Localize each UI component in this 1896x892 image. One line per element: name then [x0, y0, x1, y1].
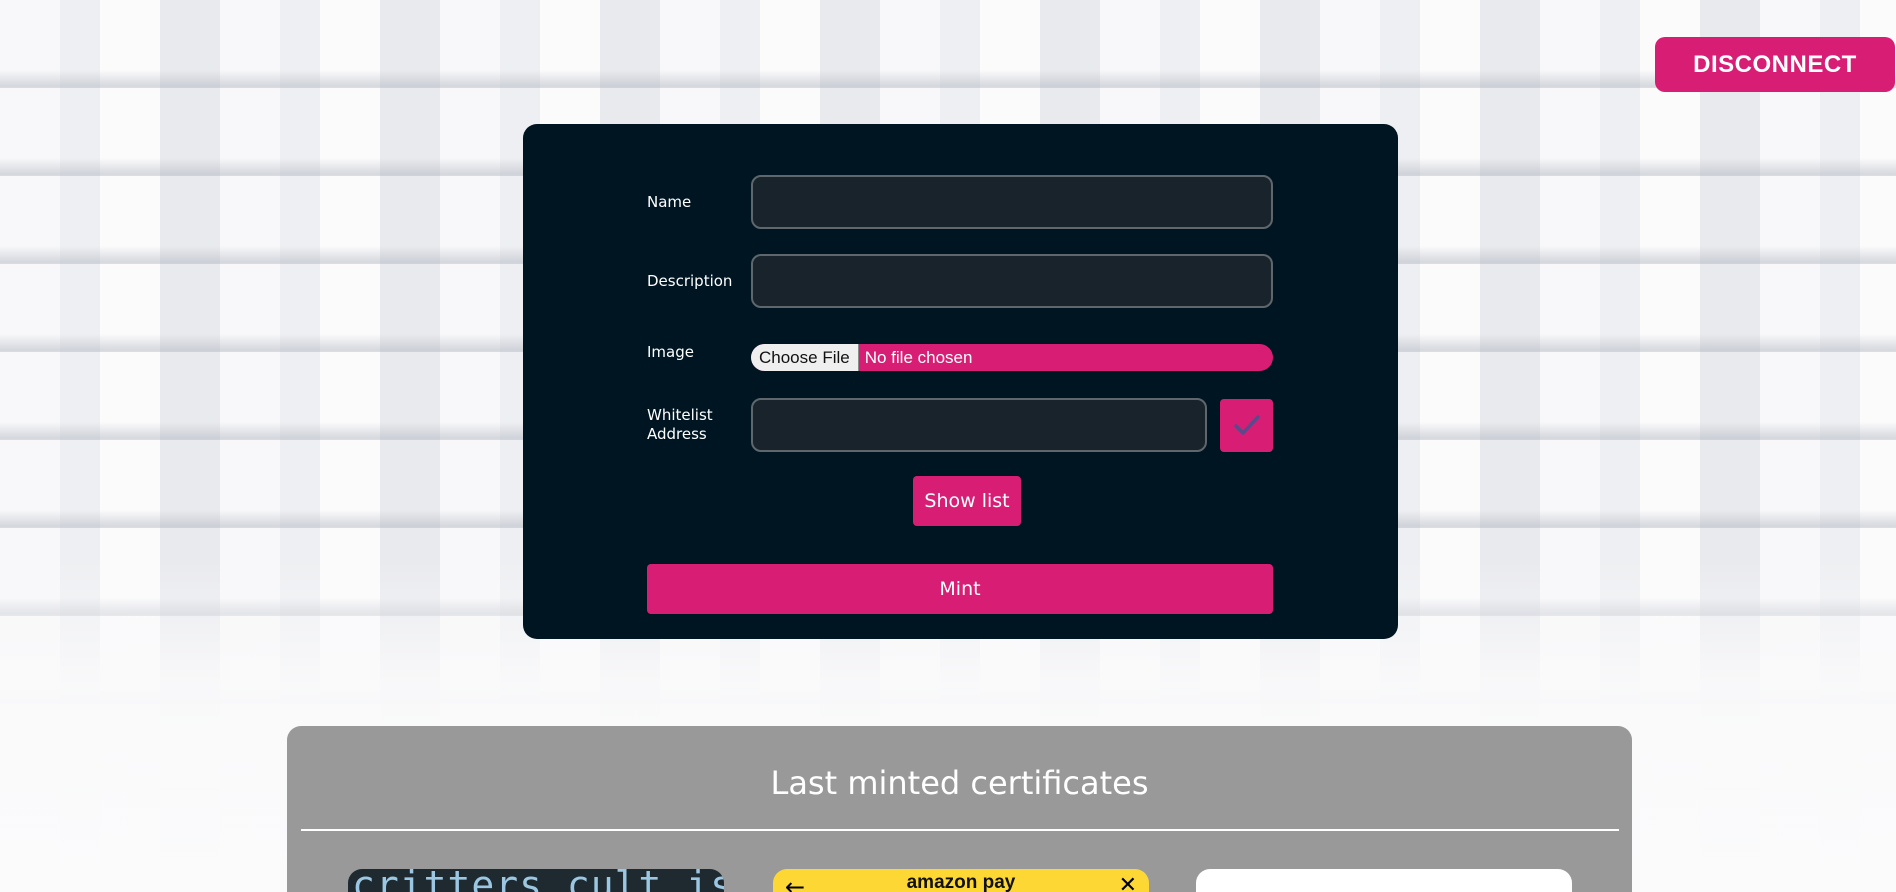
disconnect-button[interactable]: DISCONNECT — [1655, 37, 1895, 92]
certificate-card[interactable] — [1196, 869, 1572, 892]
certificates-title: Last minted certificates — [770, 764, 1149, 802]
whitelist-address-input[interactable] — [751, 398, 1207, 452]
certificates-divider — [301, 829, 1619, 831]
name-label: Name — [647, 192, 692, 211]
name-input[interactable] — [751, 175, 1273, 229]
file-status-text: No file chosen — [864, 347, 973, 367]
whitelist-label-line2: Address — [647, 425, 707, 443]
certificate-card[interactable]: critters cult is — [348, 869, 724, 892]
check-icon — [1233, 415, 1260, 435]
mint-form-card: Name Description Image Choose File No fi… — [523, 124, 1398, 639]
description-input[interactable] — [751, 254, 1273, 308]
image-label: Image — [647, 343, 694, 361]
name-row: Name — [647, 175, 1273, 229]
certificate-preview-brand: amazon pay — [906, 872, 1016, 892]
show-list-button[interactable]: Show list — [913, 476, 1021, 526]
mint-button[interactable]: Mint — [647, 564, 1273, 614]
description-row: Description — [647, 254, 1273, 308]
choose-file-button[interactable]: Choose File — [751, 344, 859, 371]
image-file-input[interactable]: Choose File No file chosen — [751, 344, 1273, 371]
add-whitelist-button[interactable] — [1220, 398, 1273, 452]
whitelist-label-line1: Whitelist — [647, 406, 713, 424]
image-row: Image Choose File No file chosen — [647, 343, 1273, 371]
close-icon: ✕ — [1118, 873, 1137, 892]
whitelist-row: Whitelist Address — [647, 398, 1273, 452]
certificate-preview-text: critters cult is — [352, 869, 724, 892]
last-minted-certificates-panel: Last minted certificates critters cult i… — [287, 726, 1632, 892]
description-label: Description — [647, 271, 733, 290]
certificate-card[interactable]: ← amazon pay ✕ — [773, 869, 1149, 892]
whitelist-label: Whitelist Address — [647, 406, 751, 444]
